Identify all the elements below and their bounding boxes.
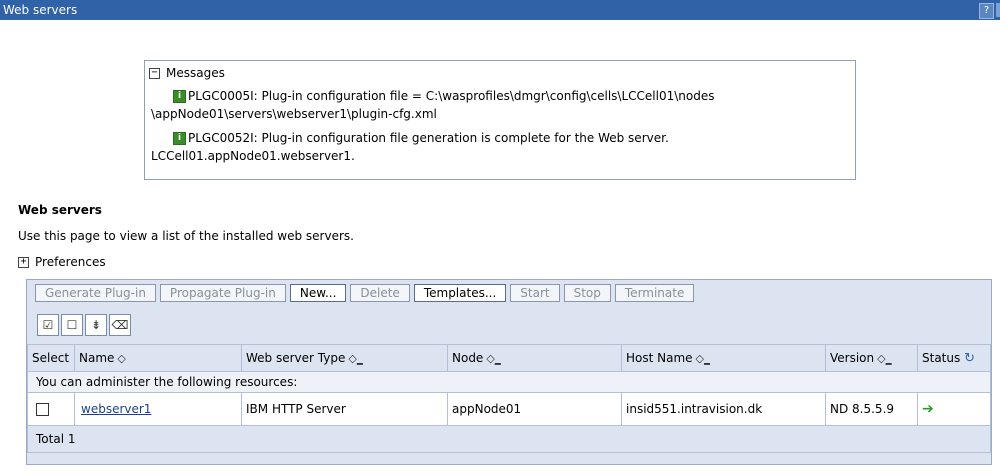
clear-filter-icon[interactable]: ⌫ <box>109 314 131 336</box>
collapse-icon[interactable]: − <box>149 68 160 79</box>
show-filter-icon[interactable]: ⇟ <box>85 314 107 336</box>
status-column-header[interactable]: Status ↻ <box>917 344 991 372</box>
row-select-cell <box>27 392 75 426</box>
web-servers-table: Select Name ◇ Web server Type ◇_ Node ◇_ Ho… <box>27 344 991 453</box>
status-cell: ➔ <box>917 392 991 426</box>
refresh-icon[interactable]: ↻ <box>964 351 975 366</box>
name-cell: webserver1 <box>74 392 242 426</box>
templates-button[interactable]: Templates... <box>413 284 507 302</box>
generate-plugin-button[interactable]: Generate Plug-in <box>35 284 156 302</box>
message-text-line1: PLGC0005I: Plug-in configuration file = … <box>188 89 715 103</box>
type-cell: IBM HTTP Server <box>241 392 448 426</box>
table-row: webserver1 IBM HTTP Server appNode01 ins… <box>27 392 991 426</box>
node-column-header[interactable]: Node ◇_ <box>447 344 622 372</box>
resources-note-row: You can administer the following resourc… <box>27 371 991 393</box>
message-text-line2: LCCell01.appNode01.webserver1. <box>151 149 355 163</box>
message-item: i PLGC0052I: Plug-in configuration file g… <box>151 129 843 165</box>
select-all-icon[interactable]: ☑ <box>37 314 59 336</box>
info-icon: i <box>173 132 186 145</box>
start-button[interactable]: Start <box>510 284 560 302</box>
sort-icon[interactable]: ◇ <box>348 352 356 365</box>
resources-note: You can administer the following resourc… <box>27 371 991 393</box>
table-header-row: Select Name ◇ Web server Type ◇_ Node ◇_ Ho… <box>27 344 991 372</box>
deselect-all-icon[interactable]: ☐ <box>61 314 83 336</box>
total-row: Total 1 <box>27 425 991 453</box>
action-toolbar: Generate Plug-in Propagate Plug-in New..… <box>35 284 698 304</box>
version-cell: ND 8.5.5.9 <box>825 392 918 426</box>
type-column-header[interactable]: Web server Type ◇_ <box>241 344 448 372</box>
terminate-button[interactable]: Terminate <box>614 284 695 302</box>
messages-label: Messages <box>166 66 225 80</box>
host-cell: insid551.intravision.dk <box>621 392 826 426</box>
table-icon-toolbar: ☑ ☐ ⇟ ⌫ <box>37 314 133 336</box>
messages-header[interactable]: − Messages <box>149 65 225 81</box>
messages-box: − Messages i PLGC0005I: Plug-in configurat… <box>144 60 856 180</box>
host-column-header[interactable]: Host Name ◇_ <box>621 344 826 372</box>
sort-icon[interactable]: ◇ <box>877 352 885 365</box>
row-checkbox[interactable] <box>36 403 49 416</box>
window-title: Web servers <box>3 3 78 17</box>
webserver-link[interactable]: webserver1 <box>81 402 151 416</box>
sort-icon[interactable]: ◇ <box>486 352 494 365</box>
message-text-line1: PLGC0052I: Plug-in configuration file ge… <box>188 131 669 145</box>
delete-button[interactable]: Delete <box>350 284 410 302</box>
preferences-toggle[interactable]: + Preferences <box>18 255 106 269</box>
started-arrow-icon: ➔ <box>922 401 934 417</box>
help-icon[interactable]: ? <box>979 3 994 19</box>
select-column-header: Select <box>27 344 75 372</box>
sort-icon[interactable]: ◇ <box>696 352 704 365</box>
collection-panel: Generate Plug-in Propagate Plug-in New..… <box>26 279 992 465</box>
name-column-header[interactable]: Name ◇ <box>74 344 242 372</box>
node-cell: appNode01 <box>447 392 622 426</box>
window-edge <box>996 3 1000 17</box>
expand-icon[interactable]: + <box>18 257 29 268</box>
page-description: Use this page to view a list of the inst… <box>18 229 354 243</box>
version-column-header[interactable]: Version ◇_ <box>825 344 918 372</box>
message-item: i PLGC0005I: Plug-in configuration file =… <box>151 87 843 123</box>
page-title: Web servers <box>18 203 102 217</box>
sort-icon[interactable]: ◇ <box>117 352 125 365</box>
propagate-plugin-button[interactable]: Propagate Plug-in <box>159 284 286 302</box>
message-text-line2: \appNode01\servers\webserver1\plugin-cfg… <box>151 107 437 121</box>
info-icon: i <box>173 90 186 103</box>
stop-button[interactable]: Stop <box>563 284 611 302</box>
preferences-label: Preferences <box>35 255 106 269</box>
new-button[interactable]: New... <box>289 284 347 302</box>
title-bar: Web servers ? <box>0 0 1000 20</box>
total-count: Total 1 <box>27 425 991 453</box>
